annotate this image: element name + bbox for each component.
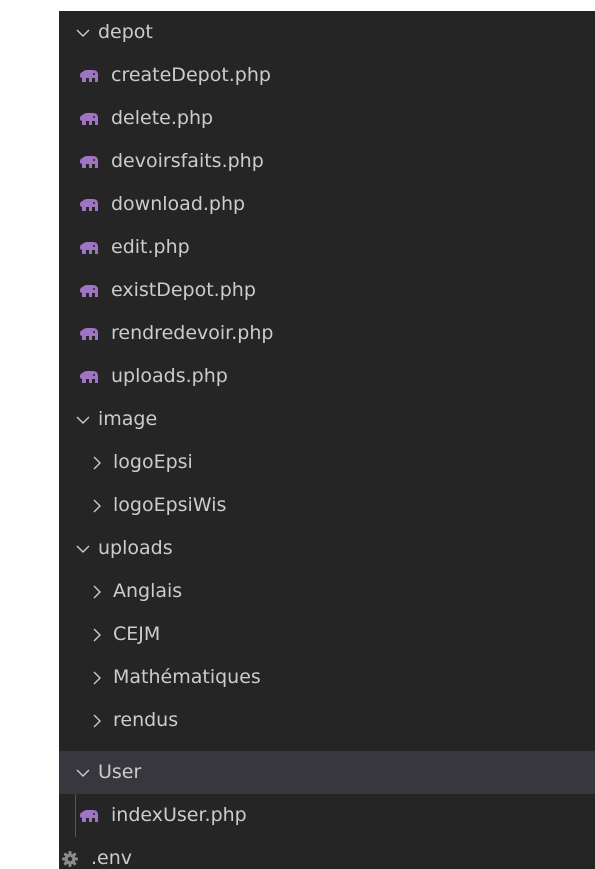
tree-file-delete-php[interactable]: delete.php: [59, 97, 595, 140]
tree-folder-cejm[interactable]: CEJM: [59, 613, 595, 656]
tree-item-label: existDepot.php: [111, 279, 256, 301]
php-elephant-icon: [79, 807, 101, 825]
tree-item-label: delete.php: [111, 107, 214, 129]
chevron-down-icon: [75, 412, 91, 428]
chevron-right-icon: [89, 498, 105, 514]
tree-file-indexuser-php[interactable]: indexUser.php: [59, 794, 595, 837]
tree-folder-image[interactable]: image: [59, 398, 595, 441]
tree-item-label: download.php: [111, 193, 246, 215]
tree-file-rendredevoir-php[interactable]: rendredevoir.php: [59, 312, 595, 355]
php-elephant-icon: [79, 325, 101, 343]
tree-item-label: uploads.php: [111, 365, 228, 387]
tree-item-label: rendus: [113, 709, 179, 731]
tree-item-label: Mathématiques: [113, 666, 261, 688]
tree-file-existdepot-php[interactable]: existDepot.php: [59, 269, 595, 312]
php-elephant-icon: [79, 368, 101, 386]
tree-file-devoirsfaits-php[interactable]: devoirsfaits.php: [59, 140, 595, 183]
tree-folder-rendus[interactable]: rendus: [59, 699, 595, 742]
tree-file-env[interactable]: .env: [59, 837, 595, 869]
tree-folder-uploads[interactable]: uploads: [59, 527, 595, 570]
tree-folder-logoepsiwis[interactable]: logoEpsiWis: [59, 484, 595, 527]
tree-item-label: logoEpsiWis: [113, 494, 227, 516]
chevron-down-icon: [75, 541, 91, 557]
gear-icon: [61, 850, 79, 868]
tree-item-label: CEJM: [113, 623, 161, 645]
chevron-down-icon: [75, 765, 91, 781]
file-explorer-tree: depot createDepot.php delete.php devoirs…: [59, 11, 595, 869]
chevron-right-icon: [89, 670, 105, 686]
tree-item-label: image: [98, 408, 158, 430]
tree-folder-logoepsi[interactable]: logoEpsi: [59, 441, 595, 484]
chevron-down-icon: [75, 25, 91, 41]
chevron-right-icon: [89, 627, 105, 643]
tree-item-label: devoirsfaits.php: [111, 150, 264, 172]
chevron-right-icon: [89, 713, 105, 729]
tree-folder-depot[interactable]: depot: [59, 11, 595, 54]
php-elephant-icon: [79, 282, 101, 300]
php-elephant-icon: [79, 239, 101, 257]
tree-folder-user[interactable]: User: [59, 751, 595, 794]
php-elephant-icon: [79, 67, 101, 85]
tree-folder-mathematiques[interactable]: Mathématiques: [59, 656, 595, 699]
tree-item-label: logoEpsi: [113, 451, 193, 473]
tree-file-createdepot-php[interactable]: createDepot.php: [59, 54, 595, 97]
chevron-right-icon: [89, 455, 105, 471]
tree-item-label: User: [98, 761, 142, 783]
tree-folder-anglais[interactable]: Anglais: [59, 570, 595, 613]
tree-item-label: indexUser.php: [111, 804, 247, 826]
php-elephant-icon: [79, 153, 101, 171]
php-elephant-icon: [79, 110, 101, 128]
tree-item-label: uploads: [98, 537, 173, 559]
tree-file-edit-php[interactable]: edit.php: [59, 226, 595, 269]
tree-item-label: depot: [98, 21, 153, 43]
tree-item-label: .env: [91, 847, 133, 869]
tree-item-label: Anglais: [113, 580, 183, 602]
chevron-right-icon: [89, 584, 105, 600]
php-elephant-icon: [79, 196, 101, 214]
tree-item-label: createDepot.php: [111, 64, 271, 86]
tree-file-download-php[interactable]: download.php: [59, 183, 595, 226]
tree-file-uploads-php[interactable]: uploads.php: [59, 355, 595, 398]
tree-item-label: rendredevoir.php: [111, 322, 274, 344]
tree-item-label: edit.php: [111, 236, 190, 258]
